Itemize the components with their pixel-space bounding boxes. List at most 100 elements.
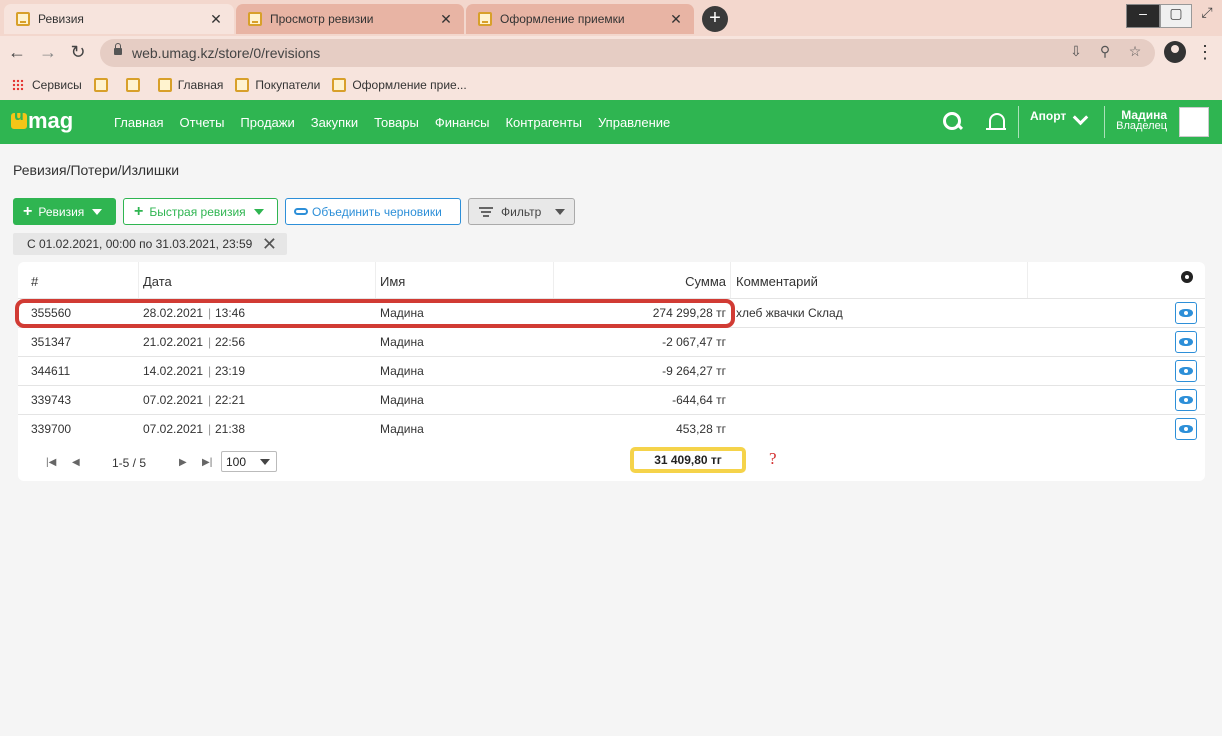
bookmark-home[interactable]: Главная (157, 78, 223, 92)
column-header-comment: Комментарий (736, 274, 818, 289)
tab-close-icon[interactable]: ✕ (668, 11, 684, 28)
menu-item-home[interactable]: Главная (114, 115, 163, 130)
user-menu[interactable]: Мадина Владелец (1112, 109, 1167, 132)
row-date-separator: | (208, 393, 212, 407)
column-header-name[interactable]: Имя (380, 274, 405, 289)
date-filter-chip: С 01.02.2021, 00:00 по 31.03.2021, 23:59… (13, 233, 287, 255)
add-revision-button[interactable]: + Ревизия (13, 198, 116, 225)
minimize-icon[interactable]: – (1126, 4, 1160, 28)
bookmark-label: Покупатели (255, 78, 321, 92)
caret-down-icon (253, 208, 264, 215)
view-eye-button[interactable] (1175, 360, 1197, 382)
chevron-down-icon[interactable] (1072, 109, 1089, 126)
view-eye-button[interactable] (1175, 302, 1197, 324)
tab-close-icon[interactable]: ✕ (208, 11, 224, 28)
menu-item-sales[interactable]: Продажи (240, 115, 294, 130)
menu-item-purchases[interactable]: Закупки (311, 115, 358, 130)
row-id: 351347 (31, 335, 72, 349)
browser-tabstrip: Ревизия ✕ Просмотр ревизии ✕ Оформление … (0, 0, 1222, 36)
new-tab-button[interactable]: + (702, 6, 728, 32)
restore-icon[interactable]: ⤢ (1192, 4, 1222, 26)
merge-drafts-button[interactable]: Объединить черновики (285, 198, 461, 225)
page-size-select[interactable]: 100 (221, 451, 277, 472)
revisions-table: # Дата Имя Сумма Комментарий 355560 28.0… (18, 262, 1205, 481)
bookmarks-bar: Сервисы Главная Покупатели Оформление пр… (0, 70, 1222, 100)
column-divider (553, 262, 554, 298)
bookmark-umag-1[interactable] (93, 78, 114, 92)
header-divider (1104, 106, 1105, 138)
bookmark-customers[interactable]: Покупатели (235, 78, 320, 92)
maximize-icon[interactable]: ▢ (1160, 4, 1192, 28)
table-row[interactable]: 339700 07.02.2021 | 21:38 Мадина 453,28 … (18, 414, 1205, 444)
table-row[interactable]: 339743 07.02.2021 | 22:21 Мадина -644,64… (18, 385, 1205, 415)
row-date: 07.02.2021 (143, 422, 204, 436)
close-icon[interactable]: ✕ (262, 234, 277, 255)
next-page-icon[interactable]: ▶ (179, 457, 187, 468)
button-label: Объединить черновики (312, 204, 442, 219)
bookmark-label: Оформление прие... (352, 78, 467, 92)
address-bar-row: ← → ↻ web.umag.kz/store/0/revisions ⇩ ⚲ … (0, 36, 1222, 70)
row-sum: -9 264,27 тг (662, 364, 726, 378)
umag-logo[interactable]: mag (11, 107, 73, 134)
bookmark-umag-2[interactable] (125, 78, 146, 92)
reload-icon[interactable]: ↻ (66, 41, 90, 65)
row-date-separator: | (208, 335, 212, 349)
tab-close-icon[interactable]: ✕ (438, 11, 454, 28)
view-eye-button[interactable] (1175, 331, 1197, 353)
table-row[interactable]: 344611 14.02.2021 | 23:19 Мадина -9 264,… (18, 356, 1205, 386)
first-page-icon[interactable]: |◀ (46, 457, 56, 468)
browser-tab-receipt[interactable]: Оформление приемки ✕ (466, 4, 694, 34)
prev-page-icon[interactable]: ◀ (72, 457, 80, 468)
menu-item-management[interactable]: Управление (598, 115, 670, 130)
plus-icon: + (134, 202, 144, 220)
bell-icon[interactable] (984, 110, 1010, 136)
last-page-icon[interactable]: ▶| (202, 457, 212, 468)
row-time: 22:21 (215, 393, 246, 407)
umag-favicon (332, 78, 347, 92)
umag-favicon (125, 78, 140, 92)
button-label: Быстрая ревизия (149, 204, 246, 219)
table-row[interactable]: 351347 21.02.2021 | 22:56 Мадина -2 067,… (18, 327, 1205, 357)
search-icon[interactable] (940, 110, 966, 136)
view-eye-button[interactable] (1175, 389, 1197, 411)
row-time: 23:19 (215, 364, 246, 378)
main-menu: Главная Отчеты Продажи Закупки Товары Фи… (106, 100, 678, 144)
page-title: Ревизия/Потери/Излишки (13, 162, 180, 178)
view-eye-button[interactable] (1175, 418, 1197, 440)
caret-down-icon (555, 208, 566, 215)
zoom-icon[interactable]: ⚲ (1095, 43, 1115, 63)
caret-down-icon (92, 208, 103, 215)
bookmark-receipt[interactable]: Оформление прие... (332, 78, 467, 92)
browser-menu-icon[interactable]: ⋮ (1196, 42, 1214, 63)
back-icon[interactable]: ← (5, 41, 29, 65)
column-header-sum[interactable]: Сумма (558, 274, 726, 289)
row-sum: 453,28 тг (676, 422, 726, 436)
forward-icon[interactable]: → (36, 41, 60, 65)
browser-tab-revision[interactable]: Ревизия ✕ (4, 4, 234, 34)
avatar[interactable] (1179, 107, 1209, 137)
profile-avatar-icon[interactable] (1164, 41, 1186, 63)
store-selector[interactable]: Апорт (1030, 109, 1066, 123)
menu-item-reports[interactable]: Отчеты (179, 115, 224, 130)
row-time: 21:38 (215, 422, 246, 436)
quick-revision-button[interactable]: + Быстрая ревизия (123, 198, 278, 225)
row-date: 21.02.2021 (143, 335, 204, 349)
url-input[interactable]: web.umag.kz/store/0/revisions ⇩ ⚲ ☆ (100, 39, 1155, 67)
question-annotation: ? (769, 449, 777, 468)
column-divider (730, 262, 731, 298)
column-header-date[interactable]: Дата (143, 274, 172, 289)
menu-item-finance[interactable]: Финансы (435, 115, 490, 130)
browser-tab-view-revision[interactable]: Просмотр ревизии ✕ (236, 4, 464, 34)
filter-button[interactable]: Фильтр (468, 198, 575, 225)
date-filter-text: С 01.02.2021, 00:00 по 31.03.2021, 23:59 (27, 237, 253, 251)
umag-favicon (16, 12, 30, 26)
gear-icon[interactable] (1181, 271, 1193, 283)
install-icon[interactable]: ⇩ (1066, 43, 1086, 63)
menu-item-products[interactable]: Товары (374, 115, 419, 130)
button-label: Фильтр (501, 204, 542, 219)
star-icon[interactable]: ☆ (1125, 43, 1145, 63)
row-name: Мадина (380, 393, 424, 407)
bookmark-services[interactable]: Сервисы (12, 78, 82, 92)
bookmark-label: Сервисы (32, 78, 82, 92)
menu-item-contractors[interactable]: Контрагенты (505, 115, 582, 130)
